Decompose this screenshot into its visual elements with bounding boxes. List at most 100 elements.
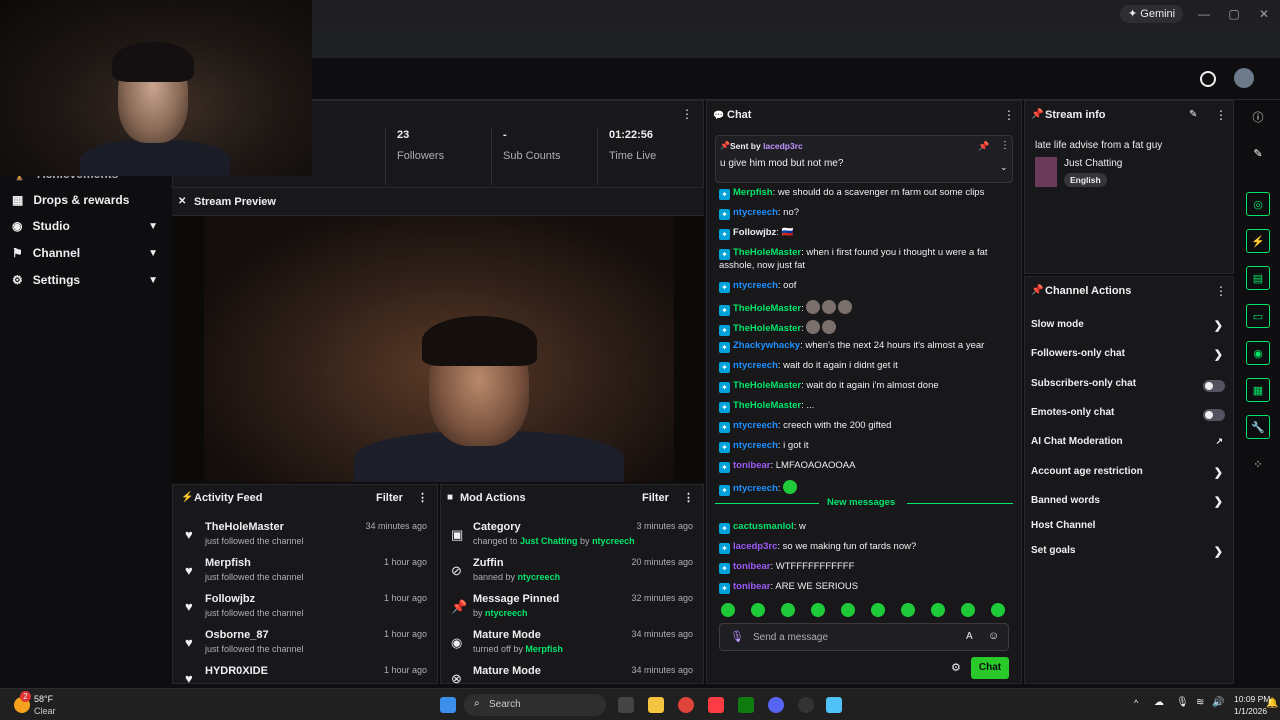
emote[interactable]	[822, 300, 837, 314]
windows-start-icon[interactable]	[440, 697, 456, 713]
prime-badge-icon[interactable]: ✦	[719, 189, 730, 200]
chat-send-button[interactable]: Chat	[971, 657, 1009, 679]
stream-tag[interactable]: English	[1064, 173, 1107, 187]
chat-username[interactable]: TheHoleMaster	[733, 247, 801, 258]
chat-message[interactable]: ✦ ntycreech: i got it	[719, 440, 1011, 453]
more-options-icon[interactable]: ⋮	[1215, 284, 1227, 298]
channel-action-set-goals[interactable]: Set goals ❯	[1031, 545, 1227, 563]
xbox-icon[interactable]	[738, 697, 754, 713]
activity-item[interactable]: ♥ Followjbz just followed the channel 1 hou…	[173, 593, 437, 629]
chat-username[interactable]: TheHoleMaster	[733, 380, 801, 391]
chat-username[interactable]: TheHoleMaster	[733, 400, 801, 411]
mod-action-target[interactable]: Merpfish	[525, 644, 563, 654]
sidebar-item-settings[interactable]: ⚙ Settings ▼	[12, 270, 162, 290]
clock-time[interactable]: 10:09 PM	[1234, 694, 1270, 704]
chat-message[interactable]: ✦ TheHoleMaster: when i first found you i…	[719, 247, 1011, 272]
microphone-icon[interactable]: 🎙	[730, 630, 744, 643]
prime-badge-icon[interactable]: ✦	[719, 442, 730, 453]
channel-action-subscribers-only-chat[interactable]: Subscribers-only chat	[1031, 378, 1227, 396]
chat-message[interactable]: ✦ ntycreech: no?	[719, 207, 1011, 220]
quick-emote[interactable]	[781, 603, 795, 617]
cloud-icon[interactable]: ☁	[1154, 697, 1164, 708]
prime-badge-icon[interactable]: ✦	[719, 563, 730, 574]
chat-username[interactable]: cactusmanlol	[733, 521, 794, 532]
prime-badge-icon[interactable]: ✦	[719, 362, 730, 373]
sidebar-item-channel[interactable]: ⚑ Channel ▼	[12, 243, 162, 263]
task-view-icon[interactable]	[618, 697, 634, 713]
chat-message[interactable]: ✦ ntycreech:	[719, 480, 1011, 496]
emote[interactable]	[806, 300, 821, 314]
clock-date[interactable]: 1/1/2026	[1234, 706, 1267, 716]
chat-message[interactable]: ✦ ntycreech: wait do it again i didnt get…	[719, 360, 1011, 373]
mod-action-target[interactable]: ntycreech	[485, 608, 528, 618]
chat-username[interactable]: TheHoleMaster	[733, 303, 801, 314]
quick-emote[interactable]	[841, 603, 855, 617]
activity-item[interactable]: ♥ Merpfish just followed the channel 1 hour…	[173, 557, 437, 593]
emote[interactable]	[838, 300, 853, 314]
dots-icon[interactable]: ⁘	[1246, 453, 1270, 477]
taskbar-search[interactable]: ⌕ Search	[464, 694, 606, 716]
emote[interactable]	[822, 320, 837, 334]
chat-message[interactable]: ✦ TheHoleMaster: wait do it again i'm alm…	[719, 380, 1011, 393]
channel-action-host-channel[interactable]: Host Channel	[1031, 520, 1227, 538]
more-options-icon[interactable]: ⋮	[1215, 108, 1227, 122]
chat-username[interactable]: ntycreech	[733, 360, 778, 371]
mod-action-actor[interactable]: ntycreech	[592, 536, 635, 546]
chat-username[interactable]: lacedp3rc	[733, 541, 777, 552]
user-avatar[interactable]	[1234, 68, 1254, 88]
sidebar-item-studio[interactable]: ◉ Studio ▼	[12, 216, 162, 236]
quick-emote[interactable]	[961, 603, 975, 617]
notepad-icon[interactable]	[826, 697, 842, 713]
chat-settings-icon[interactable]: ⚙	[951, 661, 961, 674]
quick-emote[interactable]	[871, 603, 885, 617]
chat-message[interactable]: ✦ tonibear: LMFAOAOAOOAA	[719, 460, 1011, 473]
prime-badge-icon[interactable]: ✦	[719, 462, 730, 473]
quick-emote[interactable]	[811, 603, 825, 617]
toggle-switch[interactable]	[1203, 409, 1225, 421]
edit-pencil-icon[interactable]: ✎	[1189, 109, 1197, 120]
chat-message[interactable]: ✦ Followjbz: 🇷🇺	[719, 227, 1011, 240]
music-icon[interactable]	[708, 697, 724, 713]
mod-filter-button[interactable]: Filter	[642, 492, 669, 504]
info-icon[interactable]: ⓘ	[1246, 106, 1270, 130]
mod-action-item[interactable]: ◉ Mature Mode turned off by Merpfish 34 min…	[441, 629, 703, 665]
prime-badge-icon[interactable]: ✦	[719, 305, 730, 316]
chat-username[interactable]: Followjbz	[733, 227, 776, 238]
chat-username[interactable]: ntycreech	[733, 483, 778, 494]
chat-username[interactable]: tonibear	[733, 561, 770, 572]
chat-message[interactable]: ✦ ntycreech: oof	[719, 280, 1011, 293]
chat-bubble-icon[interactable]: ▭	[1246, 304, 1270, 328]
prime-badge-icon[interactable]: ✦	[719, 382, 730, 393]
prime-badge-icon[interactable]: ✦	[719, 485, 730, 496]
channel-action-slow-mode[interactable]: Slow mode ❯	[1031, 319, 1227, 337]
activity-filter-button[interactable]: Filter	[376, 492, 403, 504]
more-options-icon[interactable]: ⋮	[1003, 108, 1015, 122]
channel-action-emotes-only-chat[interactable]: Emotes-only chat	[1031, 407, 1227, 425]
quick-emote[interactable]	[901, 603, 915, 617]
activity-item[interactable]: ♥ Osborne_87 just followed the channel 1 ho…	[173, 629, 437, 665]
prime-badge-icon[interactable]: ✦	[719, 402, 730, 413]
discord-icon[interactable]	[768, 697, 784, 713]
prime-badge-icon[interactable]: ✦	[719, 583, 730, 594]
notes-icon[interactable]: ▤	[1246, 266, 1270, 290]
chat-message[interactable]: ✦ lacedp3rc: so we making fun of tards no…	[719, 541, 1011, 554]
prime-badge-icon[interactable]: ✦	[719, 249, 730, 260]
chat-message[interactable]: ✦ TheHoleMaster:	[719, 320, 1011, 336]
prime-badge-icon[interactable]: ✦	[719, 209, 730, 220]
prime-badge-icon[interactable]: ✦	[719, 543, 730, 554]
prime-badge-icon[interactable]: ✦	[719, 282, 730, 293]
chat-username[interactable]: ntycreech	[733, 207, 778, 218]
chat-message[interactable]: ✦ TheHoleMaster:	[719, 300, 1011, 316]
channel-action-ai-chat-moderation[interactable]: AI Chat Moderation ↗	[1031, 436, 1227, 454]
quick-emote[interactable]	[991, 603, 1005, 617]
chat-username[interactable]: Zhackywhacky	[733, 340, 800, 351]
chat-username[interactable]: ntycreech	[733, 420, 778, 431]
wifi-icon[interactable]: ≋	[1196, 697, 1204, 708]
lightning-icon[interactable]: ⚡	[1246, 229, 1270, 253]
stream-category[interactable]: Just Chatting	[1064, 158, 1122, 169]
quick-emote[interactable]	[931, 603, 945, 617]
channel-action-followers-only-chat[interactable]: Followers-only chat ❯	[1031, 348, 1227, 366]
mod-action-item[interactable]: 📌 Message Pinned by ntycreech 32 minutes ag…	[441, 593, 703, 629]
channel-action-account-age-restriction[interactable]: Account age restriction ❯	[1031, 466, 1227, 484]
chat-username[interactable]: tonibear	[733, 581, 770, 592]
